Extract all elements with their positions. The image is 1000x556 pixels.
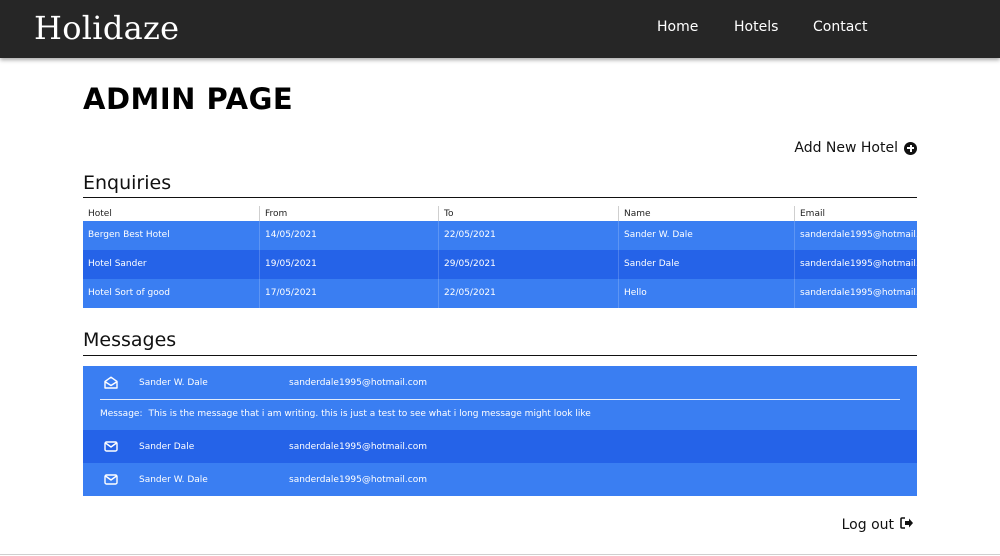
cell-from: 19/05/2021 (259, 250, 438, 279)
message-item[interactable]: Sander Dale sanderdale1995@hotmail.com (83, 430, 917, 463)
page-title: ADMIN PAGE (83, 82, 294, 116)
cell-email: sanderdale1995@hotmail.com (794, 250, 917, 279)
cell-hotel: Bergen Best Hotel (88, 230, 170, 240)
cell-hotel: Hotel Sander (88, 259, 147, 269)
envelope-icon (83, 441, 139, 452)
cell-name: Sander Dale (618, 250, 794, 279)
message-sender-email: sanderdale1995@hotmail.com (289, 441, 427, 452)
cell-to: 22/05/2021 (438, 279, 618, 308)
table-row[interactable]: Bergen Best Hotel 14/05/2021 22/05/2021 … (83, 221, 917, 250)
column-header-name: Name (618, 206, 794, 221)
add-new-hotel-label: Add New Hotel (794, 140, 898, 156)
message-sender-name: Sander Dale (139, 441, 195, 452)
message-body: Message: This is the message that i am wr… (83, 400, 917, 419)
column-header-hotel: Hotel (88, 209, 112, 219)
table-row[interactable]: Hotel Sort of good 17/05/2021 22/05/2021… (83, 279, 917, 308)
message-header[interactable]: Sander W. Dale sanderdale1995@hotmail.co… (83, 366, 917, 399)
cell-name: Hello (618, 279, 794, 308)
logout-button[interactable]: Log out (842, 517, 914, 533)
message-header[interactable]: Sander W. Dale sanderdale1995@hotmail.co… (83, 463, 917, 496)
plus-circle-icon (904, 141, 917, 155)
cell-to: 29/05/2021 (438, 250, 618, 279)
messages-divider (83, 355, 917, 356)
message-label: Message: (100, 409, 143, 419)
message-text: This is the message that i am writing. t… (148, 409, 591, 419)
cell-name: Sander W. Dale (618, 221, 794, 250)
enquiries-divider (83, 197, 917, 198)
column-header-to: To (438, 206, 618, 221)
message-sender-name: Sander W. Dale (139, 377, 208, 388)
table-row[interactable]: Hotel Sander 19/05/2021 29/05/2021 Sande… (83, 250, 917, 279)
top-navbar: Holidaze Home Hotels Contact (0, 0, 1000, 58)
enquiries-title: Enquiries (83, 172, 172, 194)
message-header[interactable]: Sander Dale sanderdale1995@hotmail.com (83, 430, 917, 463)
message-sender-name: Sander W. Dale (139, 474, 208, 485)
brand-logo[interactable]: Holidaze (34, 9, 179, 47)
cell-hotel: Hotel Sort of good (88, 288, 170, 298)
nav-hotels[interactable]: Hotels (734, 19, 778, 35)
envelope-icon (83, 474, 139, 485)
column-header-from: From (259, 206, 438, 221)
enquiries-table: Hotel From To Name Email Bergen Best Hot… (83, 206, 917, 308)
cell-to: 22/05/2021 (438, 221, 618, 250)
nav-home[interactable]: Home (657, 19, 698, 35)
column-header-email: Email (794, 206, 917, 221)
message-item[interactable]: Sander W. Dale sanderdale1995@hotmail.co… (83, 463, 917, 496)
message-sender-email: sanderdale1995@hotmail.com (289, 377, 427, 388)
message-item-expanded: Sander W. Dale sanderdale1995@hotmail.co… (83, 366, 917, 430)
cell-from: 14/05/2021 (259, 221, 438, 250)
cell-email: sanderdale1995@hotmail.com (794, 279, 917, 308)
messages-title: Messages (83, 329, 177, 351)
table-header: Hotel From To Name Email (83, 206, 917, 221)
add-new-hotel-button[interactable]: Add New Hotel (794, 140, 917, 156)
sign-out-icon (900, 517, 914, 533)
logout-label: Log out (841, 517, 894, 533)
nav-contact[interactable]: Contact (813, 19, 867, 35)
cell-from: 17/05/2021 (259, 279, 438, 308)
footer-divider (0, 554, 1000, 555)
message-sender-email: sanderdale1995@hotmail.com (289, 474, 427, 485)
envelope-open-icon (83, 376, 139, 389)
cell-email: sanderdale1995@hotmail.com (794, 221, 917, 250)
